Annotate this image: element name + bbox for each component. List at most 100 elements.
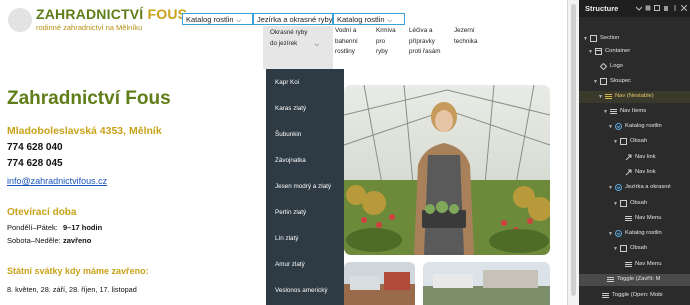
toggle-icon	[602, 293, 609, 298]
dropdown-item-zavojnatka[interactable]: Závojnatka	[275, 157, 306, 164]
holidays-heading: Státní svátky kdy máme zavřeno:	[7, 266, 149, 276]
tree-row-label: Nav Items	[620, 108, 647, 114]
email-link[interactable]: info@zahradnictvifous.cz	[7, 176, 107, 186]
tag-icon[interactable]	[645, 5, 651, 11]
caret-down-icon[interactable]: ▼	[608, 124, 613, 130]
phone-number[interactable]: 774 628 040	[7, 142, 63, 153]
tree-row-nav-link[interactable]: Nav link	[579, 167, 690, 179]
dropdown-item-jesen[interactable]: Jesen modrý a zlatý	[275, 183, 331, 190]
brand-name[interactable]: ZAHRADNICTVÍ FOUS	[36, 6, 187, 22]
mega-menu-label: Krmiva pro ryby	[376, 27, 396, 55]
mega-menu-label: Vodní a bahenní rostliny	[335, 27, 358, 55]
tree-row-label: Toggle (Zavřít: M	[617, 276, 661, 282]
dropdown-item-veslonos[interactable]: Veslonos americký	[275, 287, 328, 294]
caret-down-icon[interactable]: ▼	[593, 79, 598, 85]
tree-row-nav-items[interactable]: ▼ Nav Items	[579, 106, 690, 118]
mega-menu-label: Okrasné ryby do jezírek	[270, 29, 308, 47]
tree-row-nav-menu[interactable]: Nav Menu	[579, 213, 690, 225]
fish-dropdown-menu: Kapr Koi Karas zlatý Šubunkin Závojnatka…	[266, 69, 344, 305]
canvas-scrollbar[interactable]	[567, 0, 579, 305]
tree-row-sloupec[interactable]: ▼ Sloupec	[579, 76, 690, 88]
expand-icon[interactable]	[636, 5, 642, 11]
opening-hours-day: Sobota–Neděle:	[7, 236, 61, 245]
brand-name-main: ZAHRADNICTVÍ	[36, 6, 144, 22]
tree-row-label: Jezírka a okrasné	[625, 184, 671, 190]
structure-panel-title: Structure	[585, 4, 619, 13]
mega-menu-vodni-rostliny[interactable]: Vodní a bahenní rostliny	[335, 26, 367, 58]
tree-row-label: Section	[600, 35, 620, 41]
caret-down-icon[interactable]: ▼	[613, 201, 618, 207]
logo-icon	[600, 63, 607, 70]
menu-icon	[625, 216, 632, 221]
tree-row-obsah[interactable]: ▼ Obsah	[579, 243, 690, 255]
tree-row-katalog-rostlin[interactable]: ▼ Katalog rostlin	[579, 228, 690, 240]
close-icon[interactable]	[681, 5, 687, 11]
link-icon	[625, 169, 632, 176]
chevron-down-icon: ⌵	[387, 18, 393, 24]
tree-row-katalog-rostlin[interactable]: ▼ Katalog rostlin	[579, 121, 690, 133]
scrollbar-thumb[interactable]	[571, 4, 576, 296]
delete-icon[interactable]	[663, 5, 669, 11]
tree-row-label: Obsah	[630, 138, 648, 144]
tree-row-obsah[interactable]: ▼ Obsah	[579, 198, 690, 210]
phone-number[interactable]: 774 628 045	[7, 158, 63, 169]
copy-icon[interactable]	[654, 5, 660, 11]
caret-down-icon[interactable]: ▼	[598, 94, 603, 100]
logo-icon[interactable]	[8, 8, 32, 32]
caret-down-icon[interactable]: ▼	[608, 231, 613, 237]
tree-row-logo[interactable]: Logo	[579, 61, 690, 73]
nav-item-label: Katalog rostlin	[337, 15, 385, 24]
nav-item-katalog-rostlin[interactable]: Katalog rostlin ⌵	[182, 13, 253, 25]
page-title: Zahradnictví Fous	[7, 88, 171, 109]
dropdown-item-karas-zlaty[interactable]: Karas zlatý	[275, 105, 306, 112]
tree-row-label: Nav (Nestable)	[615, 93, 654, 99]
tree-row-toggle-open[interactable]: Toggle (Open: Mobi	[579, 290, 690, 302]
opening-hours-value: zavřeno	[63, 236, 92, 245]
dropdown-icon	[615, 184, 622, 191]
dropdown-item-lin-zlaty[interactable]: Lín zlatý	[275, 235, 298, 242]
structure-panel: Structure ▼ Section ▼ Container Logo ▼ S…	[579, 0, 690, 305]
mega-menu-leciva[interactable]: Léčiva a přípravky proti řasám	[409, 26, 447, 58]
tree-row-label: Katalog rostlin	[625, 230, 662, 236]
tree-row-nav-menu[interactable]: Nav Menu	[579, 259, 690, 271]
tree-row-section[interactable]: ▼ Section	[579, 33, 690, 45]
tree-row-label: Container	[605, 48, 631, 54]
toggle-icon	[607, 277, 614, 282]
tree-row-nav-nestable[interactable]: ▼ Nav (Nestable)	[579, 91, 690, 103]
caret-down-icon[interactable]: ▼	[603, 109, 608, 115]
dropdown-item-amur-zlaty[interactable]: Amur zlatý	[275, 261, 305, 268]
mega-menu-okrasne-ryby[interactable]: Okrasné ryby do jezírek ⌵	[263, 26, 333, 69]
tree-row-label: Nav link	[635, 169, 656, 175]
link-icon	[625, 154, 632, 161]
container-icon	[595, 48, 602, 55]
nav-item-jezirka[interactable]: Jezírka a okrasné ryby⌵	[253, 13, 340, 25]
dropdown-item-subunkin[interactable]: Šubunkin	[275, 131, 301, 138]
mega-menu-jezerni-technika[interactable]: Jezerní technika	[454, 26, 486, 47]
gallery-image	[344, 262, 415, 305]
caret-down-icon[interactable]: ▼	[608, 185, 613, 191]
tree-row-obsah[interactable]: ▼ Obsah	[579, 136, 690, 148]
dropdown-item-perlin-zlaty[interactable]: Perlín zlatý	[275, 209, 306, 216]
hero-image	[344, 85, 550, 255]
tree-row-label: Katalog rostlin	[625, 123, 662, 129]
caret-down-icon[interactable]: ▼	[613, 246, 618, 252]
nav-item-katalog-rostlin-2[interactable]: Katalog rostlin ⌵	[333, 13, 405, 25]
tree-row-jezirka[interactable]: ▼ Jezírka a okrasné	[579, 182, 690, 194]
tree-row-label: Logo	[610, 63, 623, 69]
list-icon	[610, 109, 617, 114]
chevron-down-icon: ⌵	[314, 42, 319, 48]
more-icon[interactable]	[672, 5, 678, 11]
opening-hours-heading: Otevírací doba	[7, 207, 77, 218]
caret-down-icon[interactable]: ▼	[588, 49, 593, 55]
tree-row-toggle-zavrit[interactable]: Toggle (Zavřít: M	[579, 274, 690, 286]
mega-menu-label: Léčiva a přípravky proti řasám	[409, 27, 441, 55]
mega-menu-krmiva[interactable]: Krmiva pro ryby	[376, 26, 398, 58]
tree-row-container[interactable]: ▼ Container	[579, 46, 690, 58]
caret-down-icon[interactable]: ▼	[583, 36, 588, 42]
tree-row-nav-link[interactable]: Nav link	[579, 152, 690, 164]
mega-menu-label: Jezerní technika	[454, 27, 478, 45]
dropdown-icon	[615, 230, 622, 237]
caret-down-icon[interactable]: ▼	[613, 139, 618, 145]
dropdown-item-kapr-koi[interactable]: Kapr Koi	[275, 79, 299, 86]
tree-row-label: Sloupec	[610, 78, 631, 84]
